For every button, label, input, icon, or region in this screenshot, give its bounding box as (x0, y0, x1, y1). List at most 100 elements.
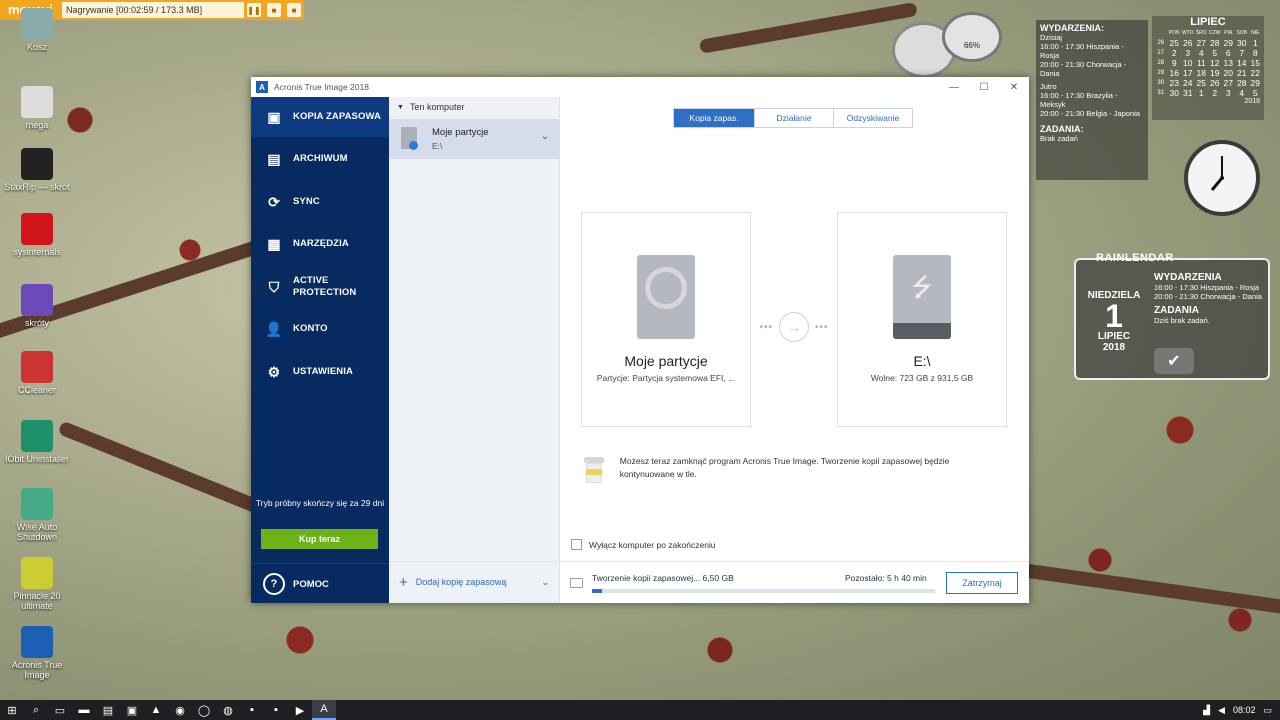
calendar-day[interactable]: 25 (1195, 78, 1209, 88)
calendar-day[interactable]: 2 (1168, 48, 1182, 58)
calendar-day[interactable]: 22 (1249, 68, 1263, 78)
opera-icon[interactable]: ◯ (192, 700, 216, 720)
calendar-day[interactable]: 5 (1208, 48, 1222, 58)
calendar-day[interactable]: 13 (1222, 58, 1236, 68)
nav-item-settings[interactable]: ⚙ USTAWIENIA (251, 352, 389, 392)
tab-activity[interactable]: Działanie (754, 109, 833, 127)
calendar-day[interactable]: 7 (1235, 48, 1249, 58)
store-icon[interactable]: ▤ (96, 700, 120, 720)
source-card[interactable]: Moje partycje Partycje: Partycja systemo… (581, 212, 751, 427)
desktop-icon[interactable]: Acronis True Image (0, 626, 74, 680)
save-icon[interactable]: ▣ (120, 700, 144, 720)
search-icon[interactable]: ⌕ (24, 700, 48, 720)
calendar-day[interactable]: 29 (1222, 38, 1236, 48)
calendar-day[interactable]: 15 (1249, 58, 1263, 68)
acronis-icon[interactable]: A (312, 700, 336, 720)
add-backup-button[interactable]: + Dodaj kopię zapasową ⌄ (389, 561, 559, 602)
shutdown-option[interactable]: Wyłącz komputer po zakończeniu (571, 539, 716, 550)
maximize-button[interactable]: ☐ (969, 82, 999, 93)
calendar-day[interactable]: 20 (1222, 68, 1236, 78)
calendar-day[interactable]: 6 (1222, 48, 1236, 58)
desktop-icon[interactable]: IObit Uninstaller (0, 420, 74, 464)
calendar-day[interactable]: 9 (1168, 58, 1182, 68)
nav-item-shield[interactable]: ⛉ ACTIVE PROTECTION (251, 267, 389, 307)
help-button[interactable]: ? POMOC (251, 563, 389, 604)
desktop-icon[interactable]: Kosz (0, 8, 74, 52)
calendar-day[interactable]: 29 (1249, 78, 1263, 88)
media-icon[interactable]: ▶ (288, 700, 312, 720)
volume-icon[interactable]: ◀ (1218, 705, 1225, 716)
calendar-day[interactable]: 12 (1208, 58, 1222, 68)
taskbar-clock[interactable]: 08:02 (1233, 705, 1256, 715)
chevron-down-icon[interactable]: ⌄ (541, 577, 549, 588)
calendar-weekday: PIĄ (1224, 30, 1233, 36)
task-view-icon[interactable]: ▭ (48, 700, 72, 720)
calendar-day[interactable]: 11 (1195, 58, 1209, 68)
backup-item[interactable]: Moje partycje E:\ ⌄ (389, 119, 559, 159)
desktop-icon[interactable]: Wise Auto Shutdown (0, 488, 74, 542)
network-icon[interactable]: ▟ (1203, 705, 1210, 716)
calendar-day[interactable]: 30 (1168, 88, 1182, 98)
minimize-button[interactable]: — (939, 82, 969, 93)
calendar-day[interactable]: 25 (1168, 38, 1182, 48)
pause-recording-button[interactable]: ❚❚ (247, 3, 261, 17)
desktop-icon[interactable]: CCleaner (0, 351, 74, 395)
backup-list-header[interactable]: ▼ Ten komputer (389, 97, 559, 117)
destination-card[interactable]: ⭍ E:\ Wolne: 723 GB z 931,5 GB (837, 212, 1007, 427)
shutdown-checkbox[interactable] (571, 539, 582, 550)
nav-item-backup[interactable]: ▣ KOPIA ZAPASOWA (251, 97, 389, 137)
calendar-day[interactable]: 26 (1181, 38, 1195, 48)
calendar-day[interactable]: 18 (1195, 68, 1209, 78)
calendar-day[interactable]: 31 (1181, 88, 1195, 98)
buy-now-button[interactable]: Kup teraz (261, 529, 378, 549)
app-icon[interactable]: ▪ (264, 700, 288, 720)
calendar-day[interactable]: 5 (1249, 88, 1263, 98)
calendar-day[interactable]: 2 (1208, 88, 1222, 98)
firefox-icon[interactable]: ◍ (216, 700, 240, 720)
nav-item-user[interactable]: 👤 KONTO (251, 309, 389, 349)
calendar-day[interactable]: 1 (1249, 38, 1263, 48)
vlc-icon[interactable]: ▲ (144, 700, 168, 720)
calendar-day[interactable]: 14 (1235, 58, 1249, 68)
notifications-icon[interactable]: ▭ (1263, 705, 1272, 716)
tab-backup[interactable]: Kopia zapas. (674, 109, 754, 127)
settings-recording-button[interactable]: ■ (267, 3, 281, 17)
calendar-day[interactable]: 10 (1181, 58, 1195, 68)
desktop-icon[interactable]: mega (0, 86, 74, 130)
calendar-day[interactable]: 4 (1235, 88, 1249, 98)
calendar-day[interactable]: 4 (1195, 48, 1209, 58)
calendar-day[interactable]: 8 (1249, 48, 1263, 58)
file-explorer-icon[interactable]: ▬ (72, 700, 96, 720)
app-icon[interactable]: ▪ (240, 700, 264, 720)
stop-recording-button[interactable]: ■ (287, 3, 301, 17)
tab-recovery[interactable]: Odzyskiwanie (833, 109, 912, 127)
nav-item-sync[interactable]: ⟳ SYNC (251, 182, 389, 222)
calendar-day[interactable]: 17 (1181, 68, 1195, 78)
calendar-day[interactable]: 19 (1208, 68, 1222, 78)
calendar-day[interactable]: 28 (1208, 38, 1222, 48)
calendar-day[interactable]: 16 (1168, 68, 1182, 78)
calendar-day[interactable]: 30 (1235, 38, 1249, 48)
nav-item-archive[interactable]: ▤ ARCHIWUM (251, 139, 389, 179)
stop-button[interactable]: Zatrzymaj (946, 572, 1018, 594)
chevron-down-icon[interactable]: ⌄ (541, 131, 549, 142)
calendar-day[interactable]: 28 (1235, 78, 1249, 88)
start-icon[interactable]: ⊞ (0, 700, 24, 720)
calendar-day[interactable]: 27 (1222, 78, 1236, 88)
rainlendar-check-icon[interactable]: ✔ (1154, 348, 1194, 374)
desktop-icon[interactable]: sysinternals (0, 213, 74, 257)
chrome-icon[interactable]: ◉ (168, 700, 192, 720)
calendar-day[interactable]: 24 (1181, 78, 1195, 88)
calendar-day[interactable]: 3 (1181, 48, 1195, 58)
calendar-day[interactable]: 23 (1168, 78, 1182, 88)
calendar-day[interactable]: 1 (1195, 88, 1209, 98)
nav-item-tools[interactable]: ▦ NARZĘDZIA (251, 224, 389, 264)
desktop-icon[interactable]: Pinnacle 20 ultimate (0, 557, 74, 611)
close-button[interactable]: ✕ (999, 82, 1029, 93)
calendar-day[interactable]: 21 (1235, 68, 1249, 78)
desktop-icon[interactable]: skróty (0, 284, 74, 328)
calendar-day[interactable]: 27 (1195, 38, 1209, 48)
calendar-day[interactable]: 26 (1208, 78, 1222, 88)
calendar-day[interactable]: 3 (1222, 88, 1236, 98)
desktop-icon[interactable]: StaxRip — skrót (0, 148, 74, 192)
